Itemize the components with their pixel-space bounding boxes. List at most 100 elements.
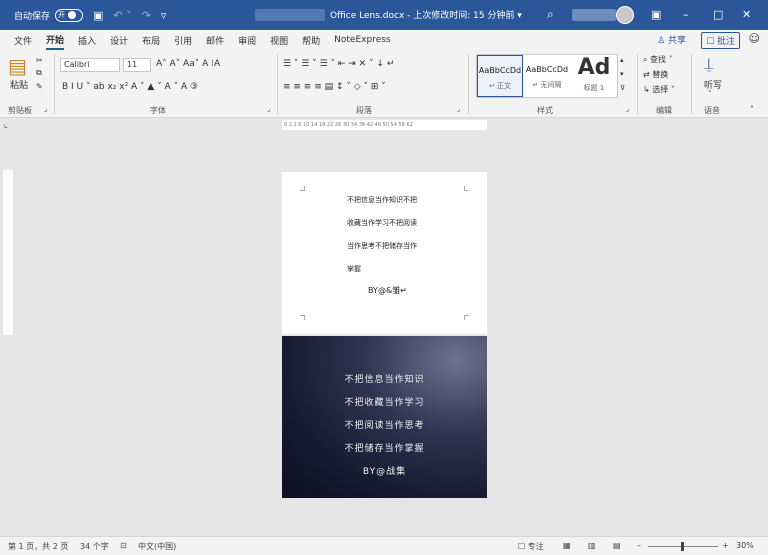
style-no-spacing[interactable]: AaBbCcDd ↵ 无间隔	[524, 55, 570, 97]
proofing-icon[interactable]: ⊡	[120, 541, 127, 550]
page-count[interactable]: 第 1 页，共 2 页	[8, 541, 68, 552]
tab-references[interactable]: 引用	[174, 32, 192, 49]
font-tools-row[interactable]: A˄ A˅ Aa˅ A ⁝A	[156, 59, 220, 69]
dictate-button[interactable]: 听写	[704, 78, 722, 91]
tab-noteexpress[interactable]: NoteExpress	[334, 33, 390, 47]
tab-layout[interactable]: 布局	[142, 32, 160, 49]
focus-mode-button[interactable]: ☐ 专注	[518, 541, 544, 552]
paragraph-tools-row[interactable]: ☰ ˅ ☰ ˅ ☰ ˅ ⇤ ⇥ ✕ ˅ ↓ ↵	[283, 59, 394, 69]
microphone-icon[interactable]: ⍊	[704, 54, 714, 74]
tab-review[interactable]: 审阅	[238, 32, 256, 49]
tab-insert[interactable]: 插入	[78, 32, 96, 49]
tab-selector-icon[interactable]: ⌞	[4, 120, 8, 129]
replace-button[interactable]: ⇄ 替换	[643, 69, 668, 80]
paragraph-line[interactable]: 当作思考不把储存当作	[347, 241, 417, 251]
save-icon[interactable]: ▣	[93, 9, 103, 22]
margin-mark	[300, 315, 305, 320]
zoom-in-button[interactable]: +	[722, 541, 729, 550]
ruler-scale[interactable]: 6 2 2 6 10 14 18 22 26 30 34 38 42 46 50…	[282, 120, 487, 130]
image-text-line: 不把储存当作掌握	[344, 444, 425, 454]
styles-launcher-icon[interactable]: ⌟	[626, 105, 629, 113]
cut-icon[interactable]: ✂	[36, 56, 43, 65]
image-text-line: 不把信息当作知识	[344, 375, 425, 385]
paste-button[interactable]: 粘贴	[10, 78, 28, 91]
font-launcher-icon[interactable]: ⌟	[267, 105, 270, 113]
copy-icon[interactable]: ⧉	[36, 68, 42, 78]
margin-mark	[464, 186, 469, 191]
voice-group-label: 语音	[704, 106, 720, 115]
margin-mark	[300, 186, 305, 191]
paragraph-align-row[interactable]: ≡ ≡ ≡ ≡ ▤ ↕ ˅ ◇ ˅ ⊞ ˅	[283, 82, 386, 92]
language-indicator[interactable]: 中文(中国)	[138, 541, 176, 552]
paragraph-line[interactable]: 不把信息当作知识不把	[347, 195, 417, 205]
avatar[interactable]	[616, 6, 634, 24]
tab-design[interactable]: 设计	[110, 32, 128, 49]
status-bar: 第 1 页，共 2 页 34 个字 ⊡ 中文(中国) ☐ 专注 ▦ ▥ ▤ – …	[0, 536, 768, 555]
document-title[interactable]: Office Lens.docx - 上次修改时间: 15 分钟前 ▾	[330, 8, 522, 21]
print-layout-icon[interactable]: ▥	[588, 541, 596, 550]
ribbon: ▤ 粘贴 ✂ ⧉ ✎ 剪贴板 ⌟ Calibri 11 A˄ A˅ Aa˅ A …	[0, 50, 768, 118]
font-group-label: 字体	[150, 106, 166, 115]
tab-file[interactable]: 文件	[14, 32, 32, 49]
autosave-state: 开	[58, 11, 66, 19]
comments-button[interactable]: ☐ 批注	[701, 32, 740, 49]
customize-qat-icon[interactable]: ▿	[161, 9, 167, 22]
clipboard-launcher-icon[interactable]: ⌟	[44, 105, 47, 113]
paragraph-launcher-icon[interactable]: ⌟	[457, 105, 460, 113]
word-count[interactable]: 34 个字	[80, 541, 109, 552]
minimize-button[interactable]: –	[683, 8, 689, 21]
style-heading-1[interactable]: Ad 标题 1	[571, 55, 617, 97]
image-text-line: 不把阅读当作思考	[344, 421, 425, 431]
autosave-toggle[interactable]: 开	[55, 8, 84, 22]
format-painter-icon[interactable]: ✎	[36, 82, 43, 91]
ribbon-display-icon[interactable]: ▣	[651, 8, 661, 21]
style-heading-name: 标题 1	[583, 84, 605, 92]
font-size-select[interactable]: 11	[123, 58, 151, 72]
group-divider	[54, 54, 55, 114]
zoom-level[interactable]: 30%	[736, 541, 754, 550]
signature-line[interactable]: BY@&雏↵	[368, 285, 407, 296]
paragraph-line[interactable]: 掌握	[347, 264, 361, 274]
tab-home[interactable]: 开始	[46, 31, 65, 50]
maximize-button[interactable]: □	[713, 8, 723, 21]
web-layout-icon[interactable]: ▤	[613, 541, 621, 550]
collapse-ribbon-icon[interactable]: ˄	[750, 105, 754, 114]
tab-help[interactable]: 帮助	[302, 32, 320, 49]
search-icon[interactable]: ⌕	[547, 7, 554, 22]
close-button[interactable]: ✕	[742, 8, 751, 21]
group-divider	[277, 54, 278, 114]
font-name-select[interactable]: Calibri	[60, 58, 120, 72]
chevron-down-icon[interactable]: ˅	[708, 90, 712, 98]
group-divider	[637, 54, 638, 114]
autosave-label: 自动保存	[14, 11, 51, 22]
vertical-ruler	[3, 170, 13, 335]
redo-icon[interactable]: ↷	[142, 9, 151, 22]
tab-view[interactable]: 视图	[270, 32, 288, 49]
autosave-control[interactable]: 自动保存 开	[14, 8, 84, 22]
document-page-2-image[interactable]: 不把信息当作知识 不把收藏当作学习 不把阅读当作思考 不把储存当作掌握 BY@战…	[282, 336, 487, 498]
find-button[interactable]: ⌕ 查找 ˅	[643, 54, 673, 65]
feedback-smile-icon[interactable]: ☺	[749, 32, 760, 45]
font-format-row[interactable]: B I U ˅ ab x₂ x² A ˅ ▲ ˅ A ˅ A ③	[62, 82, 198, 92]
paste-icon[interactable]: ▤	[8, 54, 27, 78]
read-mode-icon[interactable]: ▦	[563, 541, 571, 550]
undo-icon[interactable]: ↶ ˅	[113, 9, 131, 22]
document-page-1[interactable]: 不把信息当作知识不把 收藏当作学习不把阅读 当作思考不把储存当作 掌握 BY@&…	[282, 172, 487, 334]
margin-mark	[464, 315, 469, 320]
select-button[interactable]: ↳ 选择 ˅	[643, 84, 675, 95]
group-divider	[691, 54, 692, 114]
styles-group-label: 样式	[537, 106, 553, 115]
zoom-out-button[interactable]: –	[637, 541, 641, 550]
style-normal[interactable]: AaBbCcDd ↵ 正文	[477, 55, 523, 97]
share-button[interactable]: ♙ 共享	[657, 33, 686, 46]
tab-mailings[interactable]: 邮件	[206, 32, 224, 49]
style-normal-name: ↵ 正文	[488, 82, 512, 90]
styles-scroll-down-icon[interactable]: ▾	[620, 70, 624, 78]
editing-group-label: 编辑	[656, 106, 672, 115]
paragraph-group-label: 段落	[356, 106, 372, 115]
zoom-slider-thumb[interactable]	[681, 542, 684, 551]
redacted-user-name	[572, 9, 616, 21]
paragraph-line[interactable]: 收藏当作学习不把阅读	[347, 218, 417, 228]
styles-more-icon[interactable]: ⊽	[620, 84, 625, 92]
styles-scroll-up-icon[interactable]: ▴	[620, 56, 624, 64]
